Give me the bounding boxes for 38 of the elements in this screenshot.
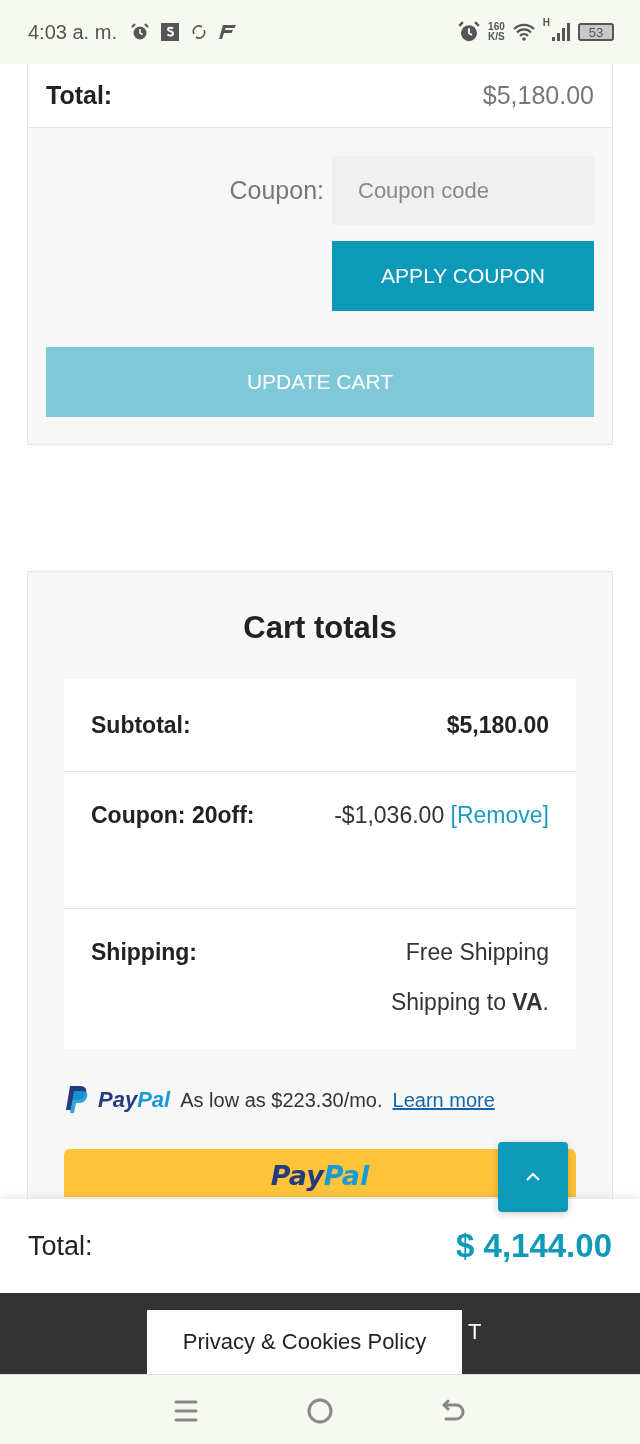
network-speed: 160 [488,22,505,32]
coupon-label: Coupon: [229,176,324,205]
shipping-destination: Shipping to VA. [390,988,549,1017]
paypal-logo: PayPal [98,1087,171,1113]
alarm-icon [130,23,149,41]
row-value: $5,180.00 [446,711,549,739]
home-icon[interactable] [307,1397,333,1424]
coupon-field[interactable]: Coupon code [332,156,594,225]
footer-text: T [468,1319,482,1345]
total-value: $5,180.00 [482,81,594,110]
speed-unit: K/S [488,32,505,42]
paypal-message: As low as $223.30/mo. [180,1088,383,1112]
back-icon[interactable] [441,1398,466,1423]
row-label: Coupon: 20off: [91,802,255,830]
paypal-icon [64,1086,88,1114]
f-logo-icon [218,24,237,40]
chevron-up-icon [525,1172,541,1182]
sync-icon [190,24,207,40]
total-value: $ 4,144.00 [456,1227,612,1265]
learn-more-link[interactable]: Learn more [392,1088,495,1112]
signal-icon [552,23,570,41]
total-label: Total: [46,81,113,110]
discount-value: -$1,036.00 [334,802,445,828]
apply-coupon-button[interactable]: APPLY COUPON [332,241,594,311]
row-label: Shipping: [91,939,198,967]
menu-icon[interactable] [174,1398,199,1423]
shipping-method: Free Shipping [404,938,549,967]
alarm-icon [458,21,481,43]
total-label: Total: [28,1230,93,1262]
network-type: H [542,17,550,28]
cart-totals-title: Cart totals [242,608,398,647]
row-label: Subtotal: [91,711,191,739]
wifi-icon [512,23,535,41]
remove-link[interactable]: [Remove] [450,802,549,828]
s-square-icon [160,23,179,41]
battery-level: 53 [578,23,614,41]
status-time: 4:03 a. m. [28,20,117,44]
cookie-policy-link[interactable]: Privacy & Cookies Policy [147,1310,462,1374]
